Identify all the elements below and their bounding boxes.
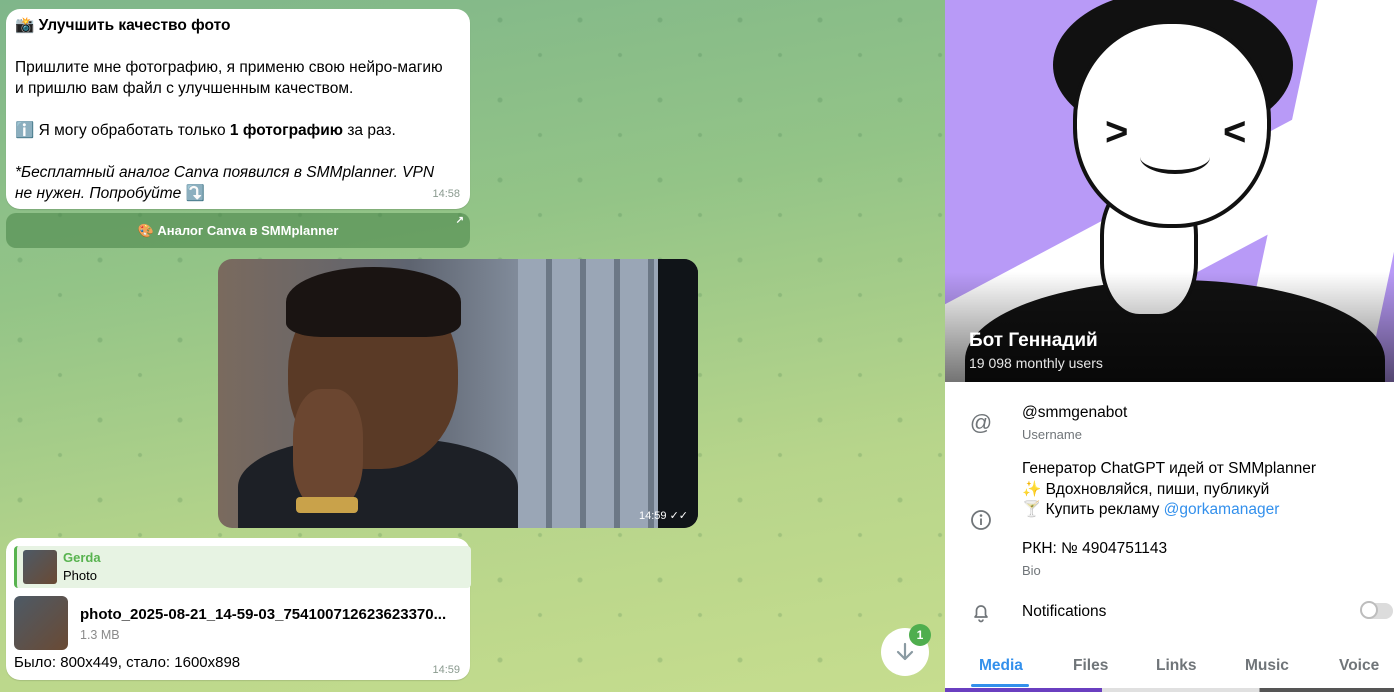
monthly-users: 19 098 monthly users (969, 355, 1103, 371)
tab-media[interactable]: Media (979, 657, 1023, 675)
file-name[interactable]: photo_2025-08-21_14-59-03_75410071262362… (80, 606, 460, 623)
reply-author: Gerda (63, 550, 101, 565)
canva-inline-button[interactable]: 🎨 Аналог Canva в SMMplanner ↗ (6, 213, 470, 248)
photo-time: 14:59 ✓✓ (638, 510, 688, 522)
file-size: 1.3 MB (80, 628, 120, 642)
arrow-down-emoji: ⤵️ (185, 185, 205, 202)
photo-message[interactable]: 14:59 ✓✓ (218, 259, 698, 528)
bell-svg (974, 605, 988, 623)
message-bubble: 📸 Улучшить качество фото Пришлите мне фо… (6, 9, 470, 209)
bio-line: Генератор ChatGPT идей от SMMplanner (1022, 460, 1317, 477)
cover-eye: < (1223, 110, 1247, 154)
camera-emoji: 📸 (15, 17, 35, 34)
bot-name: Бот Геннадий (969, 330, 1098, 351)
media-tabs: Media Files Links Music Voice (945, 646, 1394, 686)
profile-panel: > < Бот Геннадий 19 098 monthly users @ … (945, 0, 1394, 692)
bio-line: РКН: № 4904751143 (1022, 540, 1168, 557)
chat-area: 📸 Улучшить качество фото Пришлите мне фо… (0, 0, 945, 692)
at-sign-icon: @ (969, 410, 993, 435)
tab-voice[interactable]: Voice (1339, 657, 1379, 675)
photo-door (658, 259, 698, 528)
bell-icon (969, 600, 993, 624)
media-grid-preview (945, 688, 1394, 692)
message-line: и пришлю вам файл с улучшенным качеством… (15, 80, 354, 97)
notifications-label: Notifications (1022, 603, 1107, 620)
file-caption: Было: 800x449, стало: 1600x898 (14, 654, 241, 671)
photo-hair (286, 267, 461, 337)
file-message: Gerda Photo photo_2025-08-21_14-59-03_75… (6, 538, 471, 680)
external-link-icon: ↗ (455, 215, 464, 226)
info-emoji: ℹ️ (15, 122, 35, 139)
file-thumbnail[interactable] (14, 596, 68, 650)
active-tab-indicator (971, 684, 1029, 687)
photo-watch (296, 497, 358, 513)
notifications-toggle[interactable] (1360, 601, 1393, 619)
username-value[interactable]: @smmgenabot (1022, 404, 1127, 422)
arrow-down-icon (896, 642, 914, 661)
unread-badge: 1 (909, 624, 931, 646)
message-line: Пришлите мне фотографию, я применю свою … (15, 59, 443, 76)
reply-text: Photo (63, 568, 97, 583)
message-title: 📸 Улучшить качество фото (15, 17, 231, 34)
message-time: 14:58 (432, 188, 460, 200)
photo-hand (293, 389, 363, 509)
message-info: ℹ️ Я могу обработать только 1 фотографию… (15, 122, 396, 139)
message-time: 14:59 (432, 664, 460, 676)
tab-music[interactable]: Music (1245, 657, 1289, 675)
bio-label: Bio (1022, 563, 1041, 578)
advertising-link[interactable]: @gorkamanager (1164, 501, 1280, 518)
cover-smile (1140, 140, 1210, 174)
tab-files[interactable]: Files (1073, 657, 1108, 675)
cover-eye: > (1105, 110, 1129, 154)
tab-links[interactable]: Links (1156, 657, 1196, 675)
info-icon (969, 508, 993, 532)
profile-cover: > < Бот Геннадий 19 098 monthly users (945, 0, 1394, 382)
message-promo: *Бесплатный аналог Canva появился в SMMp… (15, 164, 435, 202)
info-circle-icon (971, 510, 991, 530)
palette-emoji: 🎨 (137, 222, 154, 238)
bio-line: ✨ Вдохновляйся, пиши, публикуй (1022, 481, 1270, 498)
username-label: Username (1022, 427, 1082, 442)
read-ticks-icon: ✓✓ (669, 510, 688, 522)
toggle-knob (1360, 601, 1378, 619)
reply-quote[interactable]: Gerda Photo (14, 546, 471, 588)
photo-wall (518, 259, 668, 528)
reply-thumbnail (23, 550, 57, 584)
bio-line: 🍸 Купить рекламу @gorkamanager (1022, 501, 1280, 518)
